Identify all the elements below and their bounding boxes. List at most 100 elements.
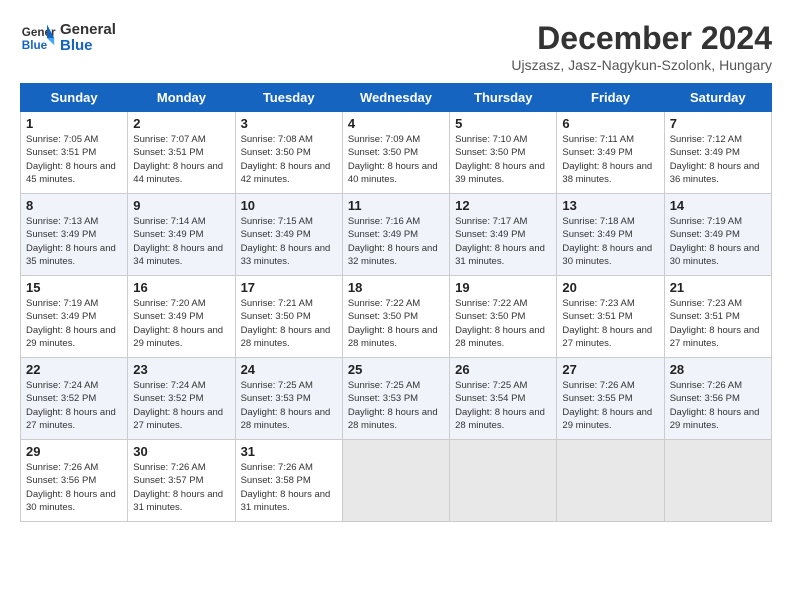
day-number: 17	[241, 280, 337, 295]
calendar-cell: 6 Sunrise: 7:11 AM Sunset: 3:49 PM Dayli…	[557, 112, 664, 194]
day-info: Sunrise: 7:14 AM Sunset: 3:49 PM Dayligh…	[133, 215, 229, 268]
calendar-cell: 16 Sunrise: 7:20 AM Sunset: 3:49 PM Dayl…	[128, 276, 235, 358]
day-number: 16	[133, 280, 229, 295]
day-info: Sunrise: 7:07 AM Sunset: 3:51 PM Dayligh…	[133, 133, 229, 186]
day-info: Sunrise: 7:09 AM Sunset: 3:50 PM Dayligh…	[348, 133, 444, 186]
day-number: 6	[562, 116, 658, 131]
day-number: 24	[241, 362, 337, 377]
calendar-cell: 13 Sunrise: 7:18 AM Sunset: 3:49 PM Dayl…	[557, 194, 664, 276]
calendar-cell: 5 Sunrise: 7:10 AM Sunset: 3:50 PM Dayli…	[450, 112, 557, 194]
day-number: 20	[562, 280, 658, 295]
calendar-table: SundayMondayTuesdayWednesdayThursdayFrid…	[20, 83, 772, 522]
day-number: 3	[241, 116, 337, 131]
day-number: 26	[455, 362, 551, 377]
day-number: 10	[241, 198, 337, 213]
calendar-cell: 11 Sunrise: 7:16 AM Sunset: 3:49 PM Dayl…	[342, 194, 449, 276]
day-info: Sunrise: 7:24 AM Sunset: 3:52 PM Dayligh…	[133, 379, 229, 432]
day-number: 31	[241, 444, 337, 459]
day-info: Sunrise: 7:26 AM Sunset: 3:57 PM Dayligh…	[133, 461, 229, 514]
day-info: Sunrise: 7:19 AM Sunset: 3:49 PM Dayligh…	[26, 297, 122, 350]
calendar-cell: 7 Sunrise: 7:12 AM Sunset: 3:49 PM Dayli…	[664, 112, 771, 194]
day-header-saturday: Saturday	[664, 84, 771, 112]
calendar-cell: 3 Sunrise: 7:08 AM Sunset: 3:50 PM Dayli…	[235, 112, 342, 194]
page-title: December 2024	[511, 20, 772, 57]
day-number: 23	[133, 362, 229, 377]
day-info: Sunrise: 7:16 AM Sunset: 3:49 PM Dayligh…	[348, 215, 444, 268]
day-number: 9	[133, 198, 229, 213]
calendar-cell: 10 Sunrise: 7:15 AM Sunset: 3:49 PM Dayl…	[235, 194, 342, 276]
day-number: 27	[562, 362, 658, 377]
day-info: Sunrise: 7:12 AM Sunset: 3:49 PM Dayligh…	[670, 133, 766, 186]
day-number: 12	[455, 198, 551, 213]
day-info: Sunrise: 7:21 AM Sunset: 3:50 PM Dayligh…	[241, 297, 337, 350]
calendar-week-3: 15 Sunrise: 7:19 AM Sunset: 3:49 PM Dayl…	[21, 276, 772, 358]
day-number: 7	[670, 116, 766, 131]
day-info: Sunrise: 7:26 AM Sunset: 3:56 PM Dayligh…	[26, 461, 122, 514]
day-info: Sunrise: 7:26 AM Sunset: 3:55 PM Dayligh…	[562, 379, 658, 432]
day-info: Sunrise: 7:22 AM Sunset: 3:50 PM Dayligh…	[455, 297, 551, 350]
svg-text:Blue: Blue	[22, 39, 48, 52]
calendar-cell: 2 Sunrise: 7:07 AM Sunset: 3:51 PM Dayli…	[128, 112, 235, 194]
day-number: 11	[348, 198, 444, 213]
calendar-week-4: 22 Sunrise: 7:24 AM Sunset: 3:52 PM Dayl…	[21, 358, 772, 440]
day-header-thursday: Thursday	[450, 84, 557, 112]
calendar-cell: 25 Sunrise: 7:25 AM Sunset: 3:53 PM Dayl…	[342, 358, 449, 440]
calendar-cell: 14 Sunrise: 7:19 AM Sunset: 3:49 PM Dayl…	[664, 194, 771, 276]
calendar-cell: 27 Sunrise: 7:26 AM Sunset: 3:55 PM Dayl…	[557, 358, 664, 440]
calendar-header: SundayMondayTuesdayWednesdayThursdayFrid…	[21, 84, 772, 112]
day-number: 25	[348, 362, 444, 377]
days-header-row: SundayMondayTuesdayWednesdayThursdayFrid…	[21, 84, 772, 112]
calendar-cell: 18 Sunrise: 7:22 AM Sunset: 3:50 PM Dayl…	[342, 276, 449, 358]
day-number: 22	[26, 362, 122, 377]
calendar-cell	[342, 440, 449, 522]
day-info: Sunrise: 7:17 AM Sunset: 3:49 PM Dayligh…	[455, 215, 551, 268]
day-info: Sunrise: 7:25 AM Sunset: 3:53 PM Dayligh…	[348, 379, 444, 432]
day-header-friday: Friday	[557, 84, 664, 112]
calendar-cell: 26 Sunrise: 7:25 AM Sunset: 3:54 PM Dayl…	[450, 358, 557, 440]
day-number: 4	[348, 116, 444, 131]
day-header-monday: Monday	[128, 84, 235, 112]
calendar-cell: 24 Sunrise: 7:25 AM Sunset: 3:53 PM Dayl…	[235, 358, 342, 440]
day-info: Sunrise: 7:20 AM Sunset: 3:49 PM Dayligh…	[133, 297, 229, 350]
title-section: December 2024 Ujszasz, Jasz-Nagykun-Szol…	[511, 20, 772, 73]
calendar-cell: 1 Sunrise: 7:05 AM Sunset: 3:51 PM Dayli…	[21, 112, 128, 194]
calendar-week-5: 29 Sunrise: 7:26 AM Sunset: 3:56 PM Dayl…	[21, 440, 772, 522]
day-info: Sunrise: 7:23 AM Sunset: 3:51 PM Dayligh…	[670, 297, 766, 350]
day-number: 30	[133, 444, 229, 459]
calendar-cell: 17 Sunrise: 7:21 AM Sunset: 3:50 PM Dayl…	[235, 276, 342, 358]
day-info: Sunrise: 7:05 AM Sunset: 3:51 PM Dayligh…	[26, 133, 122, 186]
logo-icon: General Blue	[20, 20, 56, 56]
calendar-cell: 20 Sunrise: 7:23 AM Sunset: 3:51 PM Dayl…	[557, 276, 664, 358]
logo: General Blue General Blue	[20, 20, 116, 56]
day-info: Sunrise: 7:26 AM Sunset: 3:58 PM Dayligh…	[241, 461, 337, 514]
day-number: 15	[26, 280, 122, 295]
calendar-cell: 23 Sunrise: 7:24 AM Sunset: 3:52 PM Dayl…	[128, 358, 235, 440]
day-header-sunday: Sunday	[21, 84, 128, 112]
day-info: Sunrise: 7:23 AM Sunset: 3:51 PM Dayligh…	[562, 297, 658, 350]
calendar-cell: 12 Sunrise: 7:17 AM Sunset: 3:49 PM Dayl…	[450, 194, 557, 276]
logo-general: General	[60, 22, 116, 39]
calendar-cell: 4 Sunrise: 7:09 AM Sunset: 3:50 PM Dayli…	[342, 112, 449, 194]
calendar-cell: 9 Sunrise: 7:14 AM Sunset: 3:49 PM Dayli…	[128, 194, 235, 276]
day-info: Sunrise: 7:26 AM Sunset: 3:56 PM Dayligh…	[670, 379, 766, 432]
day-info: Sunrise: 7:15 AM Sunset: 3:49 PM Dayligh…	[241, 215, 337, 268]
day-info: Sunrise: 7:13 AM Sunset: 3:49 PM Dayligh…	[26, 215, 122, 268]
day-info: Sunrise: 7:24 AM Sunset: 3:52 PM Dayligh…	[26, 379, 122, 432]
calendar-cell	[450, 440, 557, 522]
day-info: Sunrise: 7:08 AM Sunset: 3:50 PM Dayligh…	[241, 133, 337, 186]
day-header-wednesday: Wednesday	[342, 84, 449, 112]
day-number: 28	[670, 362, 766, 377]
calendar-cell: 22 Sunrise: 7:24 AM Sunset: 3:52 PM Dayl…	[21, 358, 128, 440]
calendar-cell: 8 Sunrise: 7:13 AM Sunset: 3:49 PM Dayli…	[21, 194, 128, 276]
day-info: Sunrise: 7:25 AM Sunset: 3:54 PM Dayligh…	[455, 379, 551, 432]
day-number: 18	[348, 280, 444, 295]
header: General Blue General Blue December 2024 …	[20, 20, 772, 73]
calendar-cell: 21 Sunrise: 7:23 AM Sunset: 3:51 PM Dayl…	[664, 276, 771, 358]
day-info: Sunrise: 7:11 AM Sunset: 3:49 PM Dayligh…	[562, 133, 658, 186]
day-info: Sunrise: 7:22 AM Sunset: 3:50 PM Dayligh…	[348, 297, 444, 350]
calendar-cell: 19 Sunrise: 7:22 AM Sunset: 3:50 PM Dayl…	[450, 276, 557, 358]
calendar-cell: 28 Sunrise: 7:26 AM Sunset: 3:56 PM Dayl…	[664, 358, 771, 440]
calendar-cell: 15 Sunrise: 7:19 AM Sunset: 3:49 PM Dayl…	[21, 276, 128, 358]
day-number: 14	[670, 198, 766, 213]
day-number: 8	[26, 198, 122, 213]
